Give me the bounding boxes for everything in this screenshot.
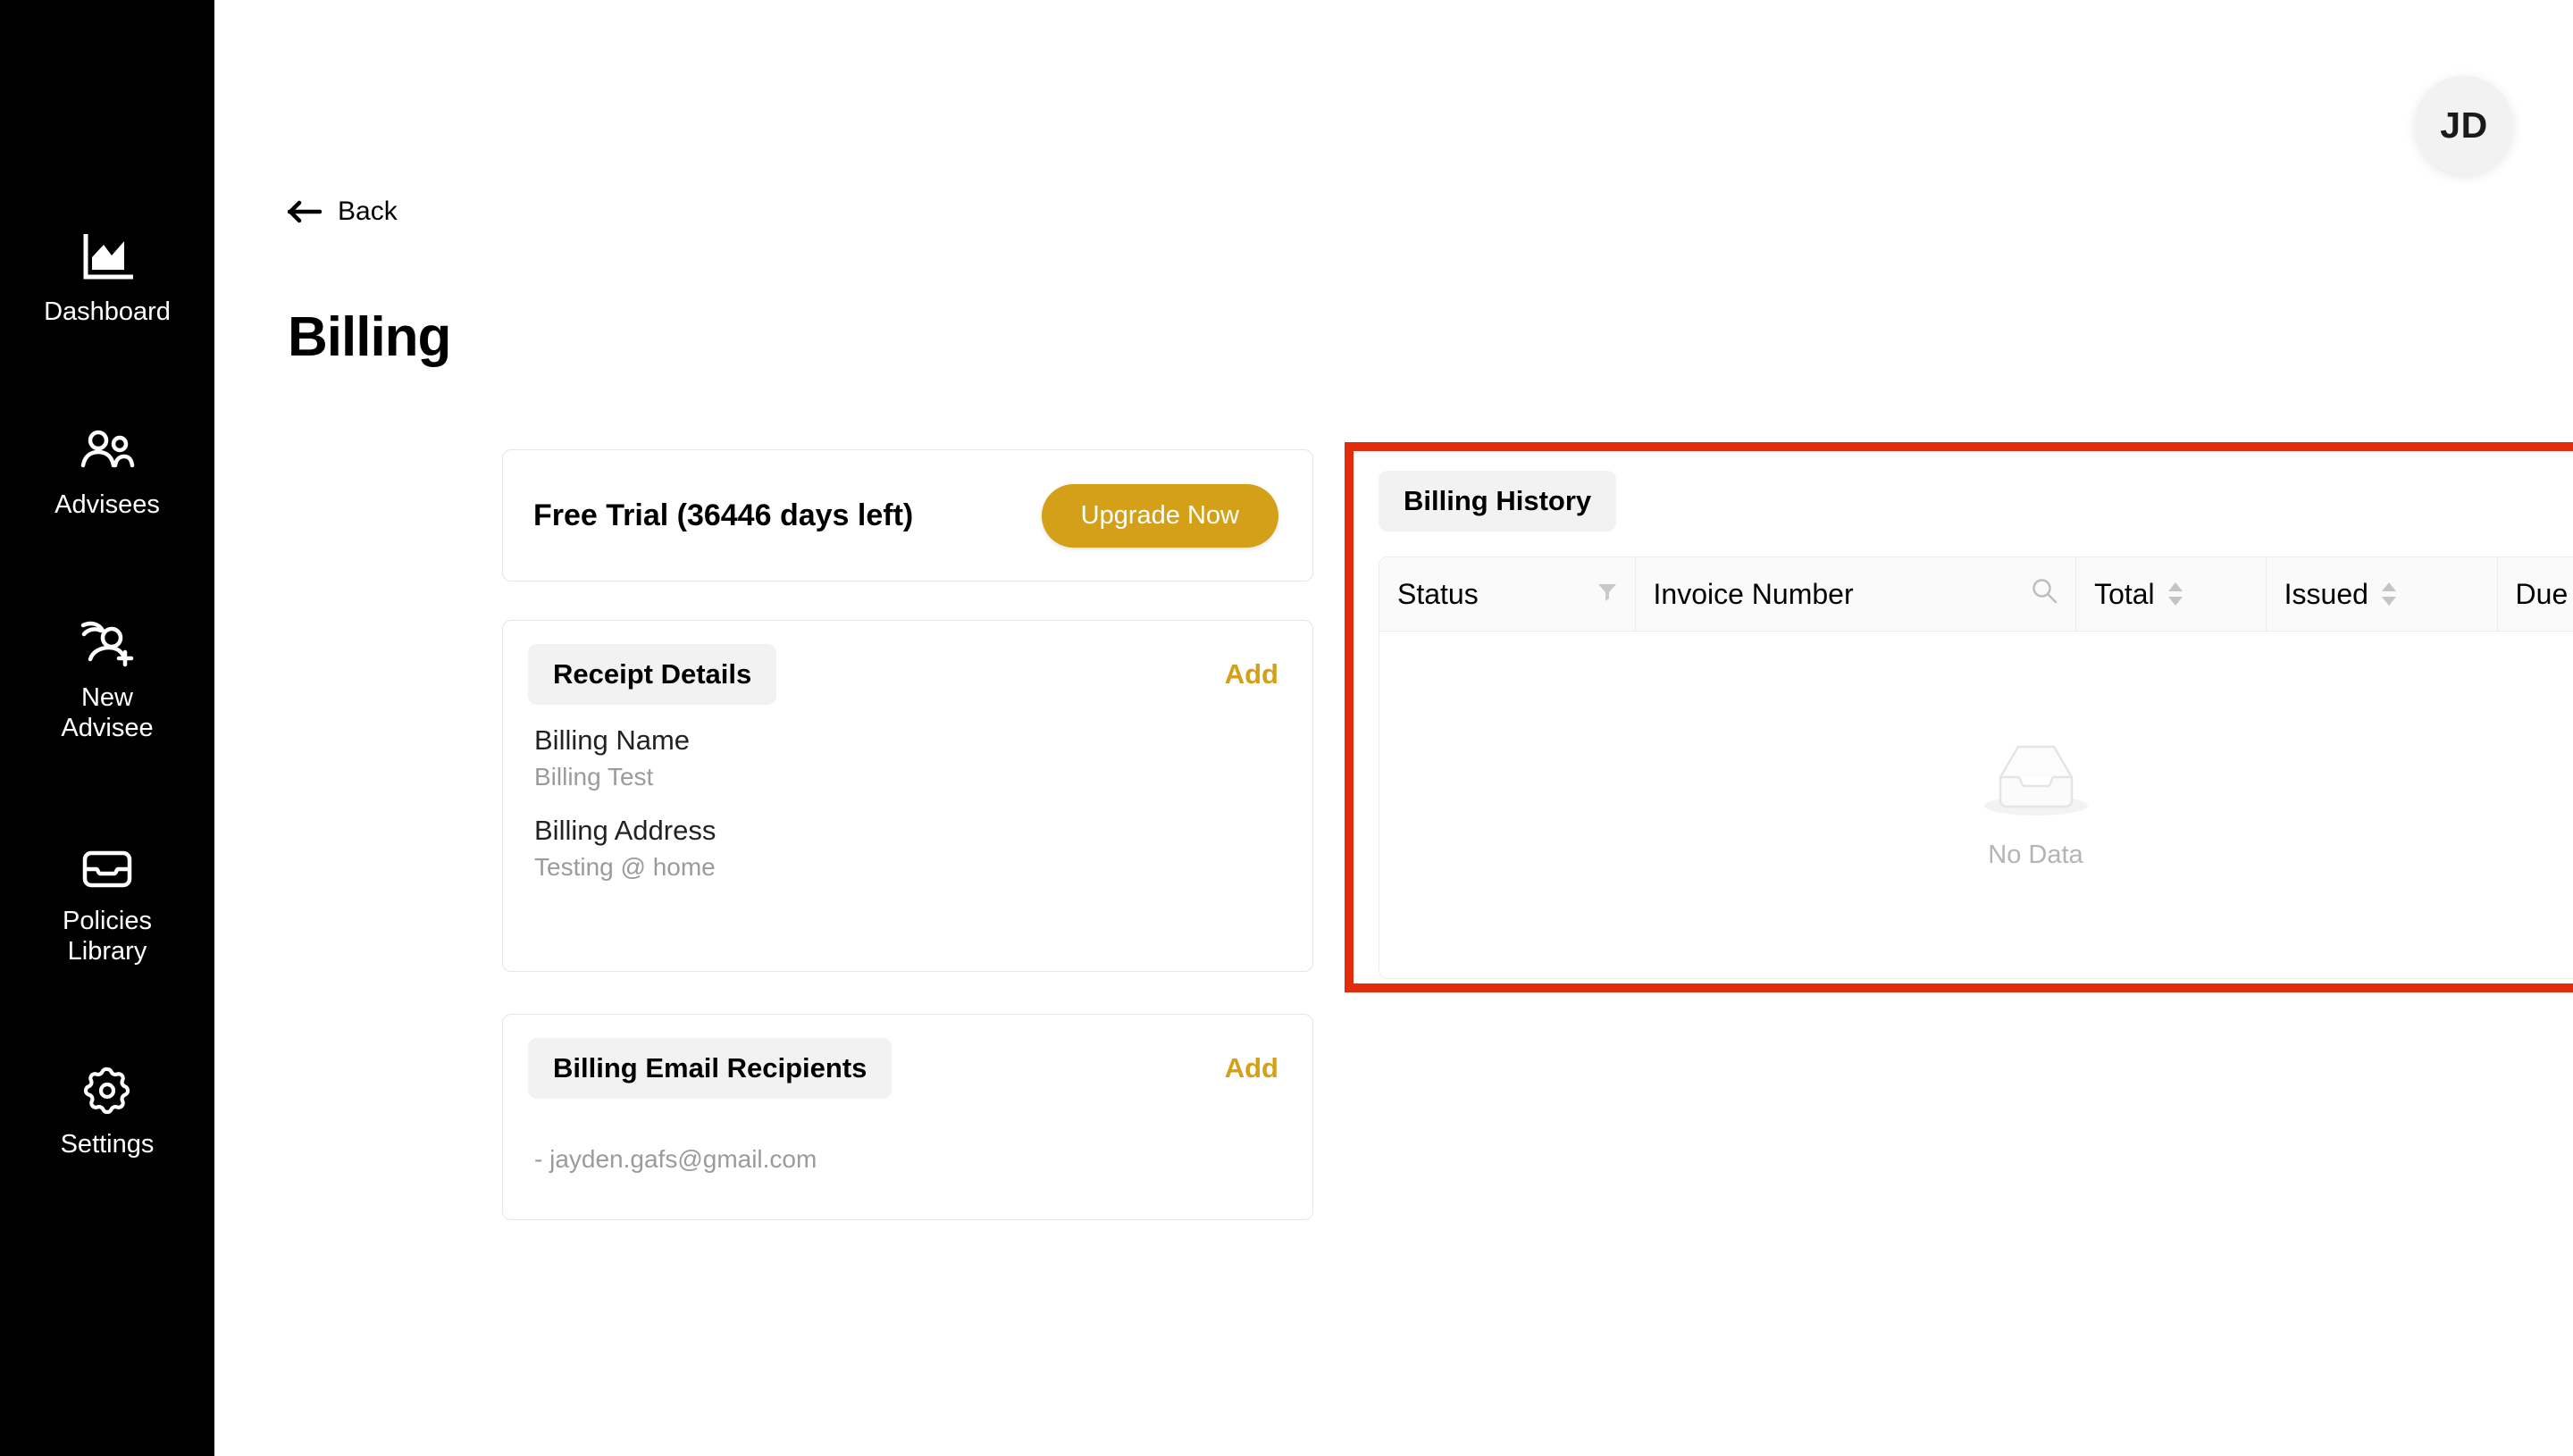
main-content: Back Billing Free Trial (36446 days left… (214, 0, 2573, 1456)
receipt-add-button[interactable]: Add (1225, 658, 1278, 690)
billing-email-recipients-header: Billing Email Recipients Add (503, 1015, 1312, 1099)
free-trial-text: Free Trial (36446 days left) (533, 498, 914, 532)
field-value: Billing Test (534, 763, 654, 791)
free-trial-card: Free Trial (36446 days left) Upgrade Now (502, 449, 1313, 582)
app-root: Dashboard Advisees New Advisee Policies … (0, 0, 2573, 1456)
chart-area-icon (81, 230, 133, 286)
column-header-due[interactable]: Due (2498, 557, 2573, 631)
list-item: - jayden.gafs@gmail.com (534, 1145, 817, 1173)
sidebar: Dashboard Advisees New Advisee Policies … (0, 0, 214, 1456)
table-header-row: Status Invoice Number Total Issued Due (1379, 557, 2573, 632)
billing-email-add-button[interactable]: Add (1225, 1052, 1278, 1084)
search-icon[interactable] (2031, 577, 2058, 611)
billing-history-panel: Billing History Status Invoice Number To… (1354, 451, 2573, 983)
column-label: Total (2094, 577, 2155, 610)
sidebar-item-label: Advisees (54, 490, 160, 519)
sidebar-item-settings[interactable]: Settings (0, 1063, 214, 1159)
back-label: Back (338, 197, 398, 226)
billing-history-title: Billing History (1379, 471, 1617, 531)
sidebar-item-dashboard[interactable]: Dashboard (0, 230, 214, 327)
receipt-details-header: Receipt Details Add (503, 621, 1312, 705)
column-label: Due (2515, 577, 2569, 610)
back-button[interactable]: Back (288, 197, 398, 227)
billing-email-recipients-card: Billing Email Recipients Add - jayden.ga… (502, 1014, 1313, 1220)
field-label: Billing Name (534, 724, 691, 756)
people-icon (80, 423, 135, 479)
sort-icon[interactable] (2167, 582, 2183, 606)
receipt-details-card: Receipt Details Add Billing Name Billing… (502, 620, 1313, 972)
gear-icon (82, 1063, 132, 1118)
page-title: Billing (288, 306, 451, 368)
field-label: Billing Address (534, 815, 717, 846)
sidebar-item-new-advisee[interactable]: New Advisee (0, 616, 214, 743)
billing-history-highlight: Billing History Status Invoice Number To… (1345, 442, 2573, 992)
column-header-invoice-number[interactable]: Invoice Number (1636, 557, 2077, 631)
column-label: Issued (2284, 577, 2368, 610)
sidebar-item-label: Settings (60, 1130, 155, 1159)
field-billing-name: Billing Name Billing Test (534, 724, 1278, 791)
field-value: Testing @ home (534, 853, 716, 881)
empty-state-label: No Data (1988, 841, 2083, 869)
upgrade-now-button[interactable]: Upgrade Now (1041, 483, 1278, 548)
filter-icon[interactable] (1597, 578, 1617, 611)
column-label: Status (1397, 577, 1479, 610)
field-billing-address: Billing Address Testing @ home (534, 815, 1278, 882)
billing-history-table: Status Invoice Number Total Issued Due N… (1379, 556, 2573, 979)
column-header-issued[interactable]: Issued (2267, 557, 2498, 631)
person-add-icon (80, 616, 135, 672)
billing-email-recipients-body: - jayden.gafs@gmail.com (503, 1099, 1312, 1174)
column-header-status[interactable]: Status (1379, 557, 1636, 631)
receipt-details-title: Receipt Details (528, 644, 777, 705)
sidebar-item-policies-library[interactable]: Policies Library (0, 840, 214, 966)
sidebar-item-label: Policies Library (63, 907, 152, 966)
sort-icon[interactable] (2381, 582, 2397, 606)
arrow-left-icon (288, 200, 322, 223)
receipt-details-body: Billing Name Billing Test Billing Addres… (503, 705, 1312, 882)
inbox-icon (81, 840, 133, 895)
empty-box-icon (1979, 740, 2093, 826)
sidebar-item-label: New Advisee (61, 683, 154, 742)
sidebar-item-label: Dashboard (44, 297, 171, 326)
billing-email-recipients-title: Billing Email Recipients (528, 1038, 893, 1099)
table-empty-state: No Data (1379, 632, 2573, 978)
sidebar-item-advisees[interactable]: Advisees (0, 423, 214, 520)
column-label: Invoice Number (1653, 577, 1854, 610)
column-header-total[interactable]: Total (2076, 557, 2267, 631)
